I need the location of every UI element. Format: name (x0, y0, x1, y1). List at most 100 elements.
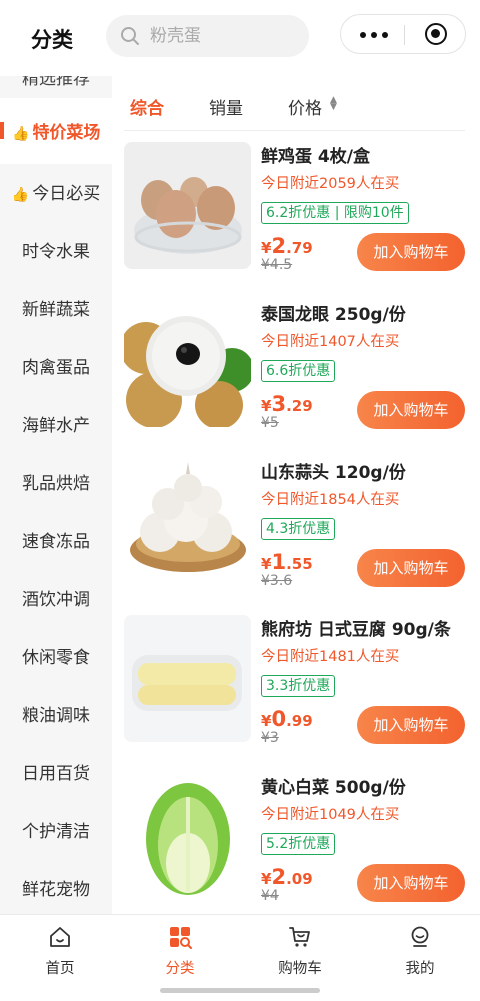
discount-tag: 6.6折优惠 (261, 360, 336, 382)
product-image[interactable] (124, 615, 251, 742)
search-input[interactable] (150, 15, 300, 57)
product-image[interactable] (124, 300, 251, 427)
product-card[interactable]: 泰国龙眼 250g/份今日附近1407人在买 6.6折优惠 ¥3.29 ¥5 加入购物车 (124, 300, 474, 440)
tab-profile[interactable]: 我的 (360, 915, 480, 985)
discount-tag: 6.2折优惠 | 限购10件 (261, 202, 409, 224)
thumbs-up-icon: 👍 (11, 187, 30, 203)
home-icon (50, 927, 70, 947)
sidebar-item-label: 鲜花宠物 (22, 880, 90, 900)
sidebar-item-label: 酒饮冲调 (22, 590, 90, 610)
price-integer: 3 (271, 392, 287, 416)
sidebar-item[interactable]: 时令水果 (0, 223, 112, 281)
tab-label: 我的 (405, 961, 435, 977)
close-target-icon[interactable] (425, 23, 447, 45)
price-currency: ¥ (261, 712, 272, 730)
sidebar-item-label: 粮油调味 (22, 706, 90, 726)
tab-label: 首页 (45, 961, 75, 977)
sidebar-item-label: 海鲜水产 (22, 416, 90, 436)
tab-cart[interactable]: 购物车 (240, 915, 360, 985)
product-buyers: 今日附近1481人在买 (261, 649, 400, 665)
sidebar-item[interactable]: 海鲜水产 (0, 397, 112, 455)
price-decimal: .29 (286, 397, 313, 415)
product-buyers: 今日附近1407人在买 (261, 334, 400, 350)
product-price: ¥0.99 (261, 707, 313, 731)
product-buyers: 今日附近2059人在买 (261, 176, 400, 192)
sidebar-item[interactable]: 粮油调味 (0, 687, 112, 745)
price-decimal: .79 (286, 239, 313, 257)
add-to-cart-button[interactable]: 加入购物车 (357, 549, 465, 587)
price-decimal: .09 (286, 870, 313, 888)
more-icon[interactable] (357, 24, 397, 46)
sort-tab-comprehensive[interactable]: 综合 (130, 94, 164, 119)
sidebar-item[interactable]: 日用百货 (0, 745, 112, 803)
product-price: ¥2.09 (261, 865, 313, 889)
add-to-cart-button[interactable]: 加入购物车 (357, 391, 465, 429)
price-integer: 1 (271, 550, 287, 574)
search-box[interactable] (106, 15, 309, 57)
product-card[interactable]: 黄心白菜 500g/份 今日附近1049人在买 5.2折优惠 ¥2.09 ¥4 加入购物车 (124, 773, 474, 913)
price-decimal: .99 (286, 712, 313, 730)
sort-tab-sales[interactable]: 销量 (209, 94, 243, 119)
sidebar-item[interactable]: 酒饮冲调 (0, 571, 112, 629)
product-name: 山东蒜头 120g/份 (261, 463, 406, 483)
product-buyers: 今日附近1854人在买 (261, 492, 400, 508)
sidebar-item[interactable]: 个护清洁 (0, 803, 112, 861)
sidebar-item-label: 今日必买 (32, 184, 101, 204)
price-currency: ¥ (261, 397, 272, 415)
sidebar-item-label: 个护清洁 (22, 822, 90, 842)
product-card[interactable]: 熊府坊 日式豆腐 90g/条 今日附近1481人在买 3.3折优惠 ¥0.99 ¥3 加入… (124, 615, 474, 755)
original-price: ¥4.5 (261, 257, 293, 273)
original-price: ¥4 (261, 888, 279, 904)
header-bar: 分类 (0, 0, 480, 76)
sidebar-item[interactable]: 新鲜蔬菜 (0, 281, 112, 339)
sidebar-item[interactable]: 👍 今日必买 (0, 165, 112, 223)
tab-home[interactable]: 首页 (0, 915, 120, 985)
sidebar-item-partial[interactable]: 精选推荐 (0, 76, 112, 98)
price-decimal: .55 (286, 555, 313, 573)
add-to-cart-button[interactable]: 加入购物车 (357, 706, 465, 744)
product-name: 泰国龙眼 250g/份 (261, 305, 406, 325)
sidebar-item[interactable]: 肉禽蛋品 (0, 339, 112, 397)
product-card[interactable]: 山东蒜头 120g/份 今日附近1854人在买 4.3折优惠 ¥1.55 ¥3.6 加入购… (124, 458, 474, 598)
product-name: 黄心白菜 500g/份 (261, 778, 406, 798)
sidebar-item-active[interactable]: 👍 特价菜场 (0, 98, 112, 164)
product-buyers: 今日附近1049人在买 (261, 807, 400, 823)
sidebar-item-label: 时令水果 (22, 242, 90, 262)
search-icon (121, 27, 139, 45)
add-to-cart-button[interactable]: 加入购物车 (357, 864, 465, 902)
page-title: 分类 (31, 28, 73, 52)
sidebar-item[interactable]: 乳品烘焙 (0, 455, 112, 513)
tab-label: 分类 (165, 961, 195, 977)
product-image[interactable] (124, 142, 251, 269)
price-currency: ¥ (261, 555, 272, 573)
tab-category[interactable]: 分类 (120, 915, 240, 985)
sidebar-item[interactable]: 休闲零食 (0, 629, 112, 687)
home-indicator (160, 988, 320, 993)
profile-icon (411, 926, 429, 947)
discount-tag: 3.3折优惠 (261, 675, 336, 697)
original-price: ¥5 (261, 415, 279, 431)
product-price: ¥1.55 (261, 550, 313, 574)
add-to-cart-button[interactable]: 加入购物车 (357, 233, 465, 271)
price-currency: ¥ (261, 239, 272, 257)
product-image[interactable] (124, 773, 251, 900)
sidebar-item-label: 速食冻品 (22, 532, 90, 552)
tab-label: 购物车 (278, 961, 322, 977)
price-integer: 0 (271, 707, 287, 731)
sort-bar: 综合 销量 价格 ▲ ▼ (124, 76, 465, 131)
product-image[interactable] (124, 458, 251, 585)
sidebar-item[interactable]: 速食冻品 (0, 513, 112, 571)
sidebar-item-label: 日用百货 (22, 764, 90, 784)
sidebar-item-label: 精选推荐 (22, 76, 90, 89)
sidebar-item[interactable]: 鲜花宠物 (0, 861, 112, 914)
sort-tab-price[interactable]: 价格 (288, 94, 322, 119)
mini-program-capsule (340, 14, 466, 54)
sidebar-item-label: 新鲜蔬菜 (22, 300, 90, 320)
sidebar-item-label: 休闲零食 (22, 648, 90, 668)
price-integer: 2 (271, 234, 287, 258)
capsule-divider (404, 25, 405, 45)
sort-arrows-icon: ▲ ▼ (330, 95, 337, 112)
category-sidebar: 精选推荐 👍 特价菜场 👍 今日必买时令水果新鲜蔬菜肉禽蛋品海鲜水产乳品烘焙速食冻品… (0, 76, 112, 914)
product-card[interactable]: 鲜鸡蛋 4枚/盒 今日附近2059人在买 6.2折优惠 | 限购10件 ¥2.79 ¥4… (124, 142, 474, 282)
category-icon (170, 927, 192, 949)
